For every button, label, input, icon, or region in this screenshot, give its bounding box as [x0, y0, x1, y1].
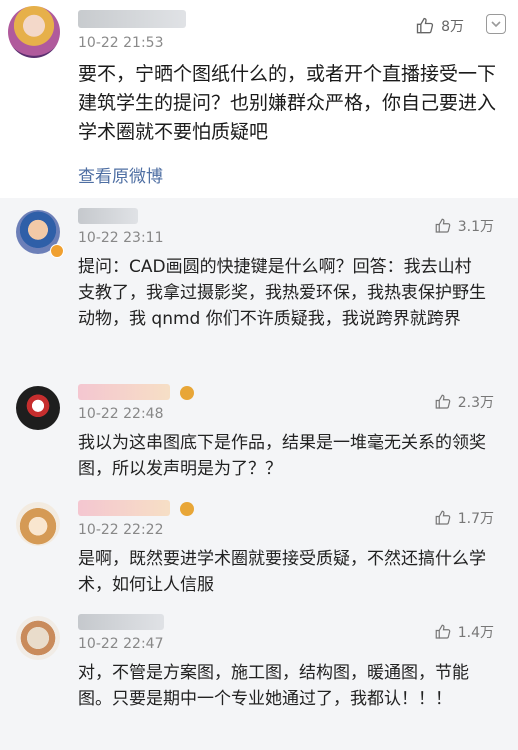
comments-page: 10-22 21:53 8万 要不，宁晒个图纸什么的，或者开个直播接受一下建筑学… — [0, 0, 518, 750]
verified-badge-icon — [50, 244, 64, 258]
avatar[interactable] — [16, 616, 60, 660]
thumb-up-icon — [416, 17, 434, 34]
view-original-link[interactable]: 查看原微博 — [78, 162, 163, 187]
like-button[interactable]: 1.7万 — [434, 508, 494, 528]
avatar[interactable] — [16, 502, 60, 546]
like-button[interactable]: 2.3万 — [434, 392, 494, 412]
comment-text: 提问：CAD画圆的快捷键是什么啊？回答：我去山村支教了，我拿过摄影奖，我热爱环保… — [78, 257, 486, 329]
like-button[interactable]: 8万 — [415, 16, 464, 36]
comment-text: 是啊，既然要进学术圈就要接受质疑，不然还搞什么学术，如何让人信服 — [78, 549, 486, 595]
thumb-up-icon — [435, 394, 451, 409]
thumb-up-icon — [435, 218, 451, 233]
like-count: 2.3万 — [457, 395, 494, 411]
thumb-up-icon — [435, 624, 451, 639]
reply-list: 10-22 23:11 3.1万 提问：CAD画圆的快捷键是什么啊？回答：我去山… — [0, 198, 518, 750]
comment-text: 我以为这串图底下是作品，结果是一堆毫无关系的领奖图，所以发声明是为了？？ — [78, 433, 486, 479]
dropdown-icon[interactable] — [486, 14, 506, 34]
like-count: 1.7万 — [457, 511, 494, 527]
user-badge-icon — [180, 386, 194, 400]
username-blurred[interactable] — [78, 614, 164, 630]
username-blurred[interactable] — [78, 384, 170, 400]
thumb-up-icon — [435, 510, 451, 525]
featured-comment: 10-22 21:53 8万 要不，宁晒个图纸什么的，或者开个直播接受一下建筑学… — [0, 0, 518, 196]
like-count: 3.1万 — [457, 219, 494, 235]
like-button[interactable]: 1.4万 — [434, 622, 494, 642]
like-count: 1.4万 — [457, 625, 494, 641]
comment-time: 10-22 22:48 — [78, 406, 164, 422]
comment-time: 10-22 21:53 — [78, 35, 164, 51]
avatar[interactable] — [16, 386, 60, 430]
comment-time: 10-22 22:47 — [78, 636, 164, 652]
avatar[interactable] — [8, 6, 60, 58]
list-item: 10-22 23:11 3.1万 提问：CAD画圆的快捷键是什么啊？回答：我去山… — [0, 198, 518, 374]
list-item: 10-22 22:48 2.3万 我以为这串图底下是作品，结果是一堆毫无关系的领… — [0, 374, 518, 490]
list-item: 10-22 22:22 1.7万 是啊，既然要进学术圈就要接受质疑，不然还搞什么… — [0, 490, 518, 604]
list-item: 10-22 22:47 1.4万 对，不管是方案图，施工图，结构图，暖通图，节能… — [0, 604, 518, 750]
user-badge-icon — [180, 502, 194, 516]
username-blurred[interactable] — [78, 208, 138, 224]
username-blurred[interactable] — [78, 10, 186, 28]
comment-time: 10-22 22:22 — [78, 522, 164, 538]
like-button[interactable]: 3.1万 — [434, 216, 494, 236]
like-count: 8万 — [441, 19, 464, 35]
comment-text: 要不，宁晒个图纸什么的，或者开个直播接受一下建筑学生的提问？也别嫌群众严格，你自… — [78, 63, 497, 143]
comment-time: 10-22 23:11 — [78, 230, 164, 246]
username-blurred[interactable] — [78, 500, 170, 516]
comment-text: 对，不管是方案图，施工图，结构图，暖通图，节能图。只要是期中一个专业她通过了，我… — [78, 663, 469, 709]
